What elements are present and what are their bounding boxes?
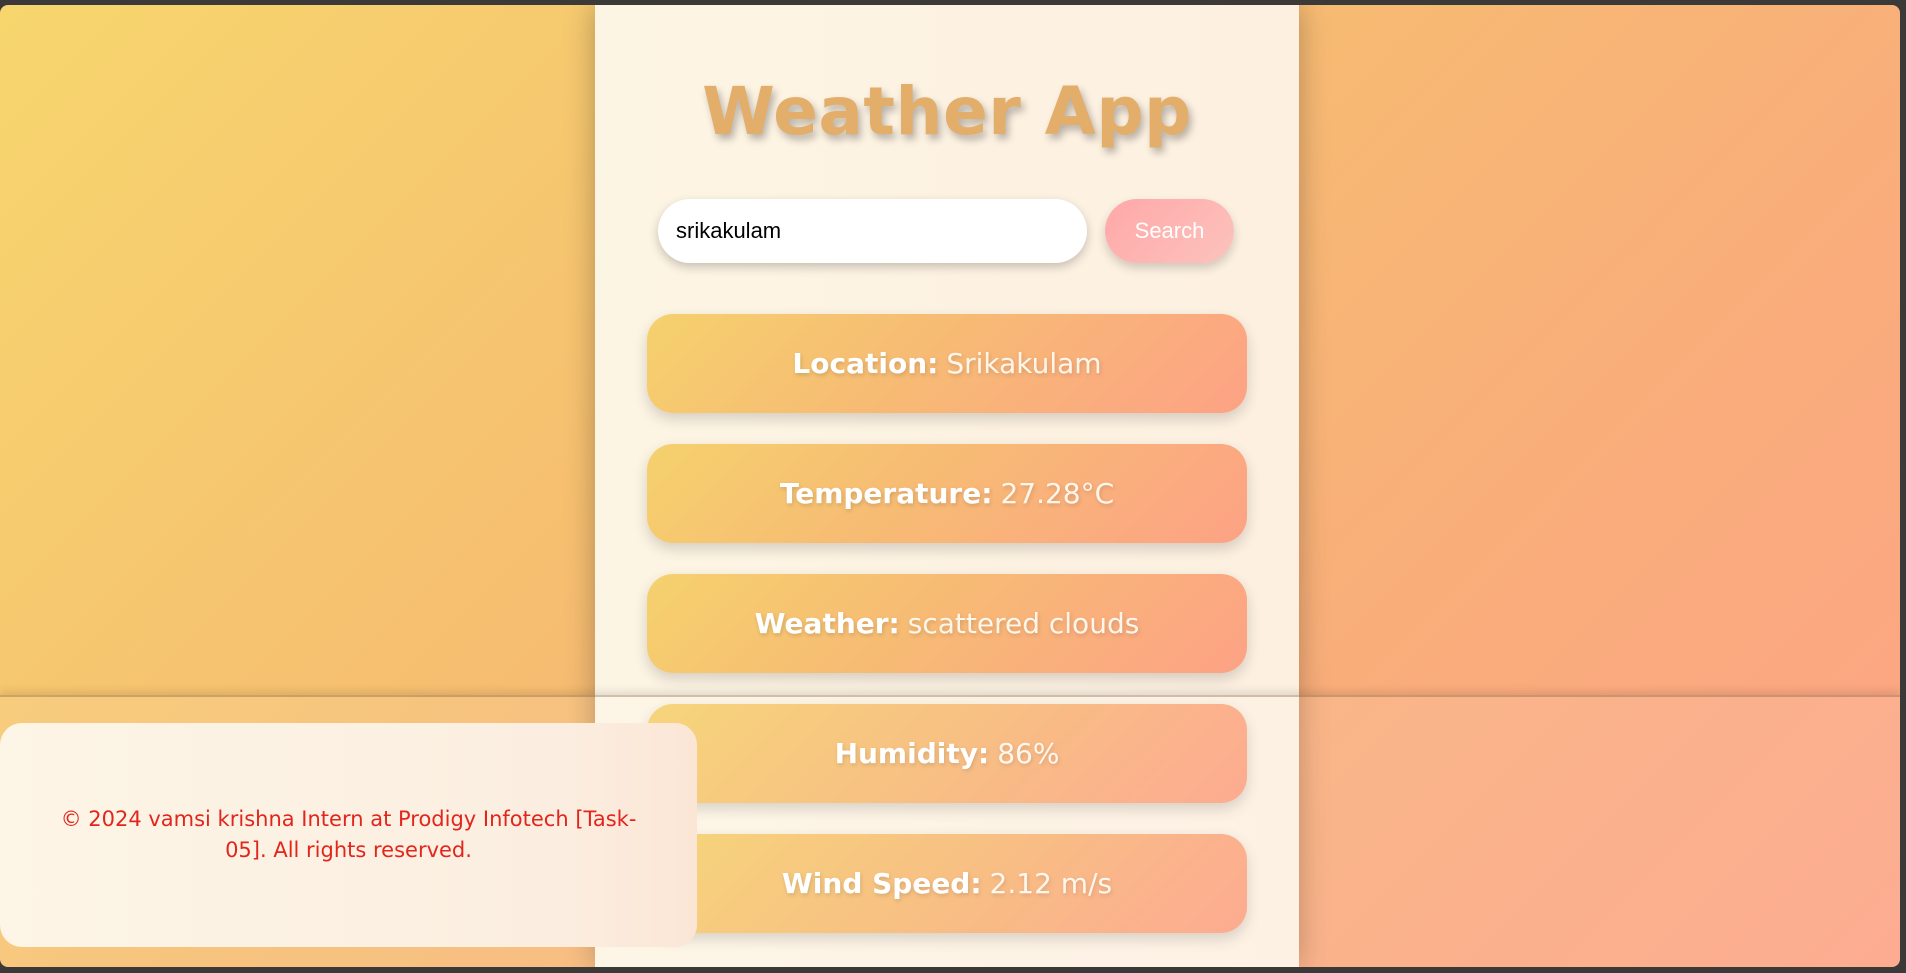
- location-label: Location:: [792, 347, 939, 380]
- page-title: Weather App: [702, 73, 1192, 150]
- search-button[interactable]: Search: [1105, 199, 1234, 263]
- city-search-input[interactable]: [658, 199, 1087, 263]
- weather-condition-card: Weather: scattered clouds: [647, 574, 1247, 673]
- weather-condition-value: scattered clouds: [907, 607, 1140, 640]
- app-window: Weather App Search Location: Srikakulam …: [0, 5, 1900, 967]
- location-value: Srikakulam: [946, 347, 1102, 380]
- copyright-text: © 2024 vamsi krishna Intern at Prodigy I…: [60, 807, 637, 862]
- footer: © 2024 vamsi krishna Intern at Prodigy I…: [0, 723, 697, 947]
- temperature-label: Temperature:: [779, 477, 993, 510]
- weather-condition-label: Weather:: [754, 607, 900, 640]
- location-card: Location: Srikakulam: [647, 314, 1247, 413]
- temperature-value: 27.28°C: [1000, 477, 1115, 510]
- temperature-card: Temperature: 27.28°C: [647, 444, 1247, 543]
